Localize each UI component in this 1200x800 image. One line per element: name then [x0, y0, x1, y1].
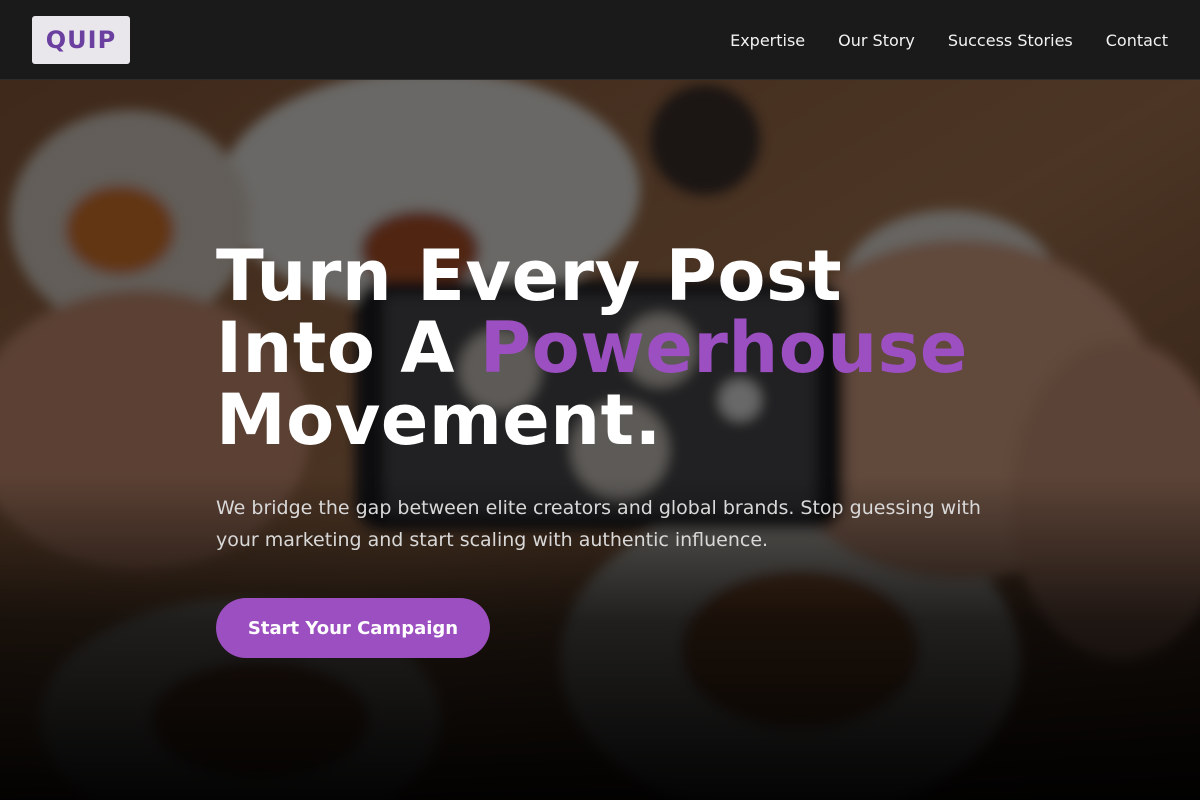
landing-page: QUIP Expertise Our Story Success Stories…	[0, 0, 1200, 800]
site-header: QUIP Expertise Our Story Success Stories…	[0, 0, 1200, 80]
nav-link-our-story[interactable]: Our Story	[838, 31, 915, 50]
headline-line-3: Movement.	[216, 379, 662, 461]
hero-section: Turn Every Post Into A Powerhouse Moveme…	[0, 80, 1200, 800]
hero-headline: Turn Every Post Into A Powerhouse Moveme…	[216, 240, 1016, 456]
hero-content: Turn Every Post Into A Powerhouse Moveme…	[216, 240, 1016, 658]
hero-subtext: We bridge the gap between elite creators…	[216, 497, 981, 551]
nav-link-expertise[interactable]: Expertise	[730, 31, 805, 50]
start-campaign-button[interactable]: Start Your Campaign	[216, 598, 490, 658]
main-nav: Expertise Our Story Success Stories Cont…	[730, 0, 1168, 80]
logo[interactable]: QUIP	[32, 16, 130, 64]
headline-line-2-prefix: Into A	[216, 307, 480, 389]
headline-accent: Powerhouse	[479, 307, 968, 389]
headline-line-1: Turn Every Post	[216, 235, 843, 317]
nav-link-success-stories[interactable]: Success Stories	[948, 31, 1073, 50]
nav-link-contact[interactable]: Contact	[1106, 31, 1168, 50]
